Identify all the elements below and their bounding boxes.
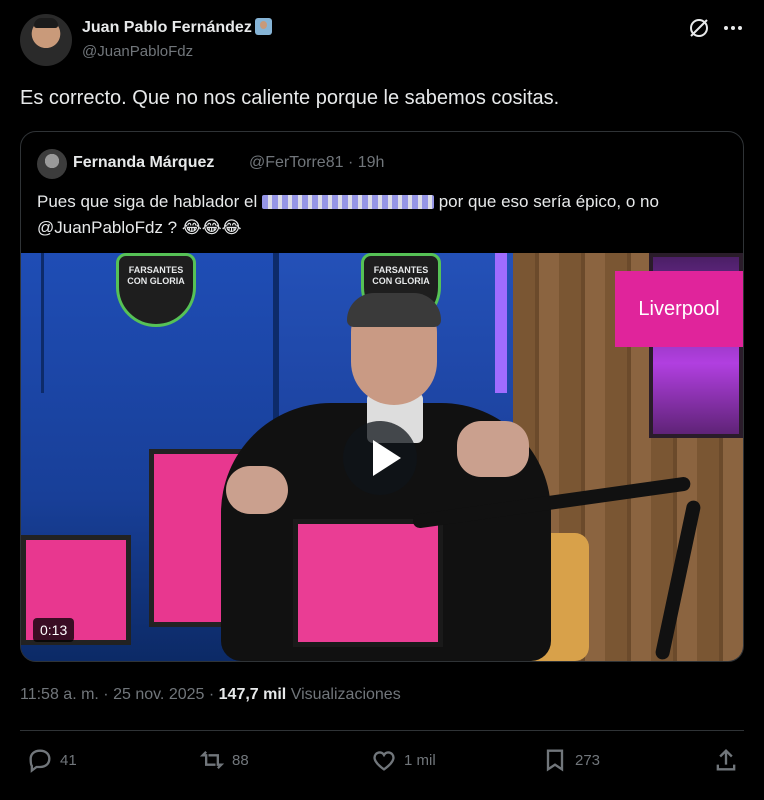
reply-button[interactable]: 41	[26, 746, 77, 774]
like-icon	[373, 751, 395, 771]
video-timecode: 0:13	[33, 618, 75, 642]
divider	[20, 730, 744, 731]
quote-author-name[interactable]: Fernanda Márquez	[73, 154, 214, 172]
bookmark-count: 273	[575, 751, 601, 769]
like-button[interactable]: 1 mil	[370, 746, 436, 774]
reply-count: 41	[60, 751, 77, 769]
post-timestamp[interactable]: 11:58 a. m. · 25 nov. 2025 ·	[20, 686, 219, 703]
post-text: Es correcto. Que no nos caliente porque …	[20, 87, 560, 109]
repost-count: 88	[232, 751, 249, 769]
reply-icon	[29, 749, 51, 773]
more-icon[interactable]	[721, 16, 745, 40]
play-icon[interactable]	[373, 440, 401, 476]
bookmark-button[interactable]: 273	[541, 746, 600, 774]
quote-author-avatar[interactable]	[37, 149, 67, 179]
quote-text-after: por que eso sería épico, o no	[438, 192, 659, 211]
post-metadata: 11:58 a. m. · 25 nov. 2025 · 147,7 mil V…	[20, 686, 401, 704]
author-avatar[interactable]	[20, 14, 72, 66]
person-hand	[226, 466, 288, 514]
like-count: 1 mil	[404, 751, 436, 769]
quoted-post[interactable]: Fernanda Márquez @FerTorre81 · 19h Pues …	[20, 131, 744, 662]
views-label: Visualizaciones	[286, 686, 401, 703]
quote-text-before: Pues que siga de hablador el	[37, 192, 258, 211]
bookmark-icon	[546, 749, 564, 772]
author-name-row[interactable]: Juan Pablo Fernández	[82, 18, 272, 37]
locker-line	[41, 253, 44, 393]
brand-sign: Liverpool	[615, 271, 743, 347]
share-icon	[716, 749, 736, 771]
repost-icon	[199, 751, 225, 769]
affiliate-badge-icon	[254, 18, 272, 35]
person-hand	[457, 421, 529, 477]
person-hair	[347, 293, 441, 327]
views-count: 147,7 mil	[218, 686, 287, 703]
author-handle[interactable]: @JuanPabloFdz	[82, 43, 193, 60]
quote-text-line2: @JuanPabloFdz ? 😂😂😂	[37, 218, 242, 237]
author-name[interactable]: Juan Pablo Fernández	[82, 19, 252, 36]
video-player[interactable]: FARSANTES CON GLORIA FARSANTES CON GLORI…	[21, 253, 743, 661]
repost-button[interactable]: 88	[198, 746, 249, 774]
purple-light-strip	[495, 253, 507, 393]
redacted-text	[261, 195, 434, 209]
pink-gift-bag	[293, 519, 443, 647]
grok-icon[interactable]	[687, 16, 711, 40]
quote-text: Pues que siga de hablador el por que eso…	[37, 189, 727, 241]
quote-author-handle-time[interactable]: @FerTorre81 · 19h	[249, 154, 384, 172]
share-button[interactable]	[712, 746, 746, 774]
